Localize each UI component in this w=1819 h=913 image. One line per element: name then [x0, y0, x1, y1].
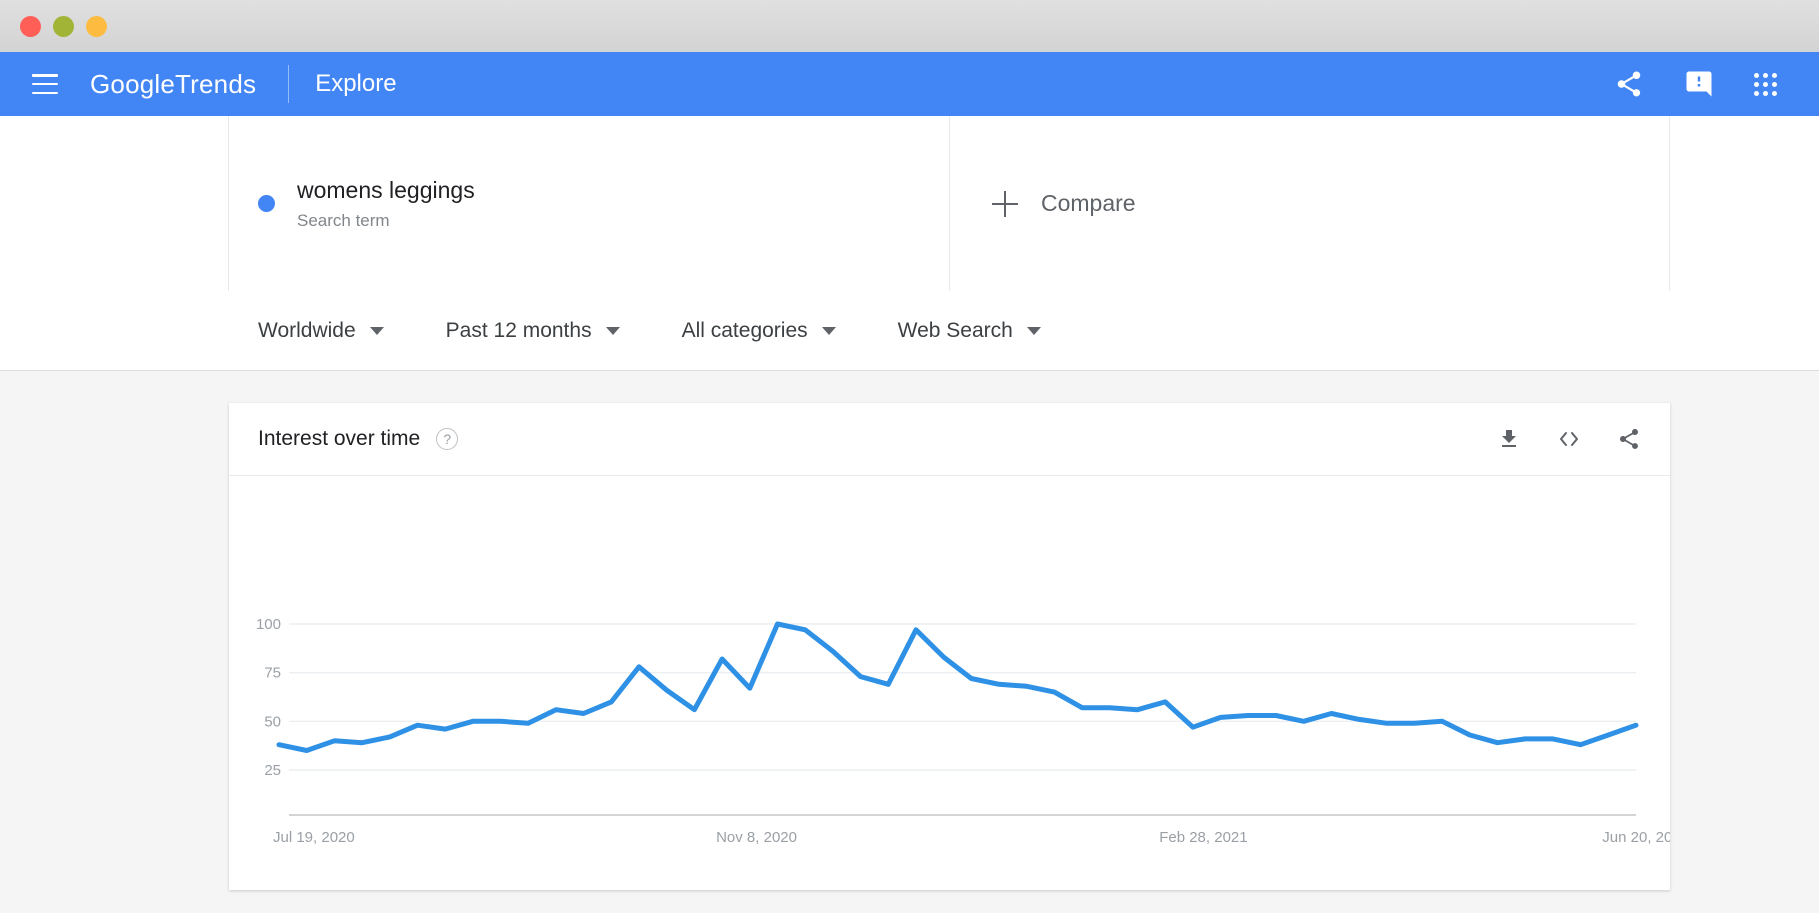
feedback-icon[interactable] — [1684, 69, 1714, 99]
chevron-down-icon — [605, 326, 620, 335]
strip-right-spacer — [1670, 116, 1819, 291]
x-axis-tick-label: Jul 19, 2020 — [273, 829, 355, 846]
window-minimize-button[interactable] — [53, 15, 74, 37]
window-zoom-button[interactable] — [86, 15, 107, 37]
card-actions — [1497, 427, 1641, 451]
filter-location-label: Worldwide — [258, 318, 356, 342]
plus-icon — [992, 190, 1018, 217]
y-axis-tick-label: 25 — [264, 762, 281, 779]
card-header: Interest over time ? — [229, 403, 1670, 476]
chart-canvas: 100 75 50 25 Jul 19, 2020 Nov 8, 2020 Feb 28, … — [256, 616, 1670, 846]
chevron-down-icon — [369, 326, 384, 335]
embed-code-icon[interactable] — [1557, 427, 1581, 451]
y-axis-tick-label: 50 — [264, 713, 281, 730]
download-icon[interactable] — [1497, 427, 1521, 451]
search-term-strip: womens leggings Search term Compare — [0, 116, 1819, 291]
interest-over-time-chart[interactable]: 100 75 50 25 Jul 19, 2020 Nov 8, 2020 Feb 28, … — [229, 476, 1670, 890]
y-axis-tick-label: 75 — [264, 665, 281, 682]
explore-title: Explore — [315, 70, 397, 97]
x-axis-tick-label: Nov 8, 2020 — [716, 829, 797, 846]
compare-label: Compare — [1041, 190, 1136, 216]
chevron-down-icon — [1026, 326, 1041, 335]
filter-location[interactable]: Worldwide — [258, 319, 384, 343]
search-term-label: womens leggings — [297, 177, 475, 204]
x-axis-tick-label: Feb 28, 2021 — [1159, 829, 1247, 846]
filter-bar: Worldwide Past 12 months All categories … — [0, 291, 1819, 371]
card-title: Interest over time — [258, 427, 421, 450]
window-close-button[interactable] — [20, 15, 41, 37]
help-circle-icon[interactable]: ? — [436, 428, 459, 450]
filter-category[interactable]: All categories — [682, 319, 836, 343]
window-titlebar — [0, 0, 1819, 52]
interest-over-time-card: Interest over time ? 100 75 50 25 Jul 19… — [229, 403, 1670, 890]
header-actions — [1614, 69, 1819, 99]
search-term-card[interactable]: womens leggings Search term — [229, 116, 950, 291]
y-axis-tick-label: 100 — [256, 616, 281, 633]
share-icon[interactable] — [1617, 427, 1641, 451]
header-divider — [288, 65, 290, 103]
filter-time-range[interactable]: Past 12 months — [446, 319, 620, 343]
filter-search-type[interactable]: Web Search — [898, 319, 1041, 343]
brand-trends-text: Trends — [175, 68, 257, 99]
strip-left-spacer — [0, 116, 229, 291]
share-icon[interactable] — [1614, 69, 1644, 99]
series-line-womens-leggings[interactable] — [276, 621, 1639, 753]
filter-search-type-label: Web Search — [897, 318, 1013, 342]
filter-category-label: All categories — [681, 318, 808, 342]
apps-grid-icon[interactable] — [1754, 72, 1777, 96]
hamburger-menu-icon[interactable] — [32, 74, 58, 94]
x-axis-tick-label: Jun 20, 2021 — [1602, 829, 1670, 846]
series-color-bullet — [258, 195, 275, 212]
brand-google-text: Google — [90, 68, 176, 99]
chevron-down-icon — [821, 326, 836, 335]
filter-time-range-label: Past 12 months — [445, 318, 592, 342]
app-header: GoogleTrends Explore — [0, 52, 1819, 116]
search-term-type: Search term — [297, 210, 390, 230]
add-comparison-button[interactable]: Compare — [950, 116, 1670, 291]
google-trends-logo[interactable]: GoogleTrends — [76, 69, 256, 100]
